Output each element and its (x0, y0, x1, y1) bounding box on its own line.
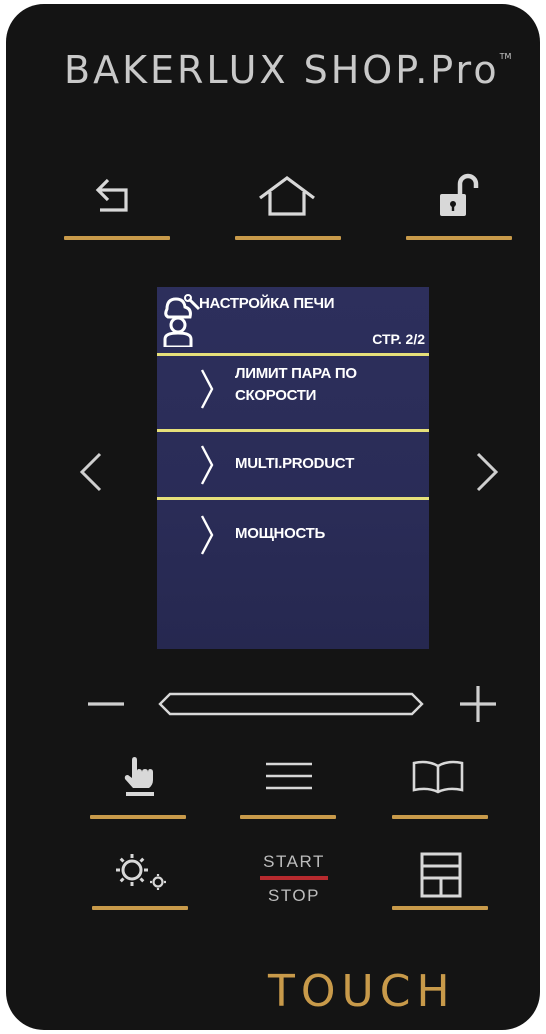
brand-trademark: TM (499, 52, 512, 61)
unlocked-padlock-icon (440, 173, 479, 216)
back-arrow-icon (95, 178, 128, 212)
hand-pointer-icon (124, 757, 154, 796)
chevron-right-icon (200, 369, 214, 409)
manual-button[interactable] (120, 756, 160, 800)
lock-button[interactable] (436, 172, 480, 222)
hamburger-menu-icon (266, 762, 312, 790)
back-button[interactable] (94, 176, 140, 216)
stop-label: STOP (268, 886, 320, 905)
home-button[interactable] (256, 174, 318, 218)
chevron-right-icon (200, 445, 214, 485)
touch-logo: TOUCH (268, 966, 456, 1017)
control-panel: BAKERLUX SHOP.ProTM НАСТРОЙКА ПЕЧИ СТР. … (6, 4, 540, 1030)
menu-button[interactable] (264, 761, 314, 791)
recipes-button[interactable] (410, 760, 466, 794)
brand-logo: BAKERLUX SHOP.ProTM (64, 48, 511, 92)
multi-tray-button-bar (392, 906, 488, 910)
chevron-right-icon[interactable] (474, 450, 502, 494)
chevron-right-icon (200, 515, 214, 555)
divider-line (157, 497, 429, 500)
chevron-left-icon[interactable] (76, 450, 104, 494)
screen-header: НАСТРОЙКА ПЕЧИ СТР. 2/2 (157, 287, 429, 353)
menu-item-power[interactable]: МОЩНОСТЬ (157, 501, 429, 565)
page-indicator: СТР. 2/2 (372, 331, 425, 347)
minus-icon[interactable] (86, 692, 126, 716)
lcd-screen: НАСТРОЙКА ПЕЧИ СТР. 2/2 ЛИМИТ ПАРА ПО СК… (157, 287, 429, 649)
slider-row (86, 684, 506, 724)
menu-item-label: ЛИМИТ ПАРА ПО СКОРОСТИ (235, 365, 357, 404)
recipes-button-bar (392, 815, 488, 819)
manual-button-bar (90, 815, 186, 819)
start-stop-red-bar (260, 876, 328, 880)
chef-wrench-icon (163, 294, 201, 347)
plus-icon[interactable] (456, 684, 500, 724)
home-button-bar (235, 236, 341, 240)
screen-title: НАСТРОЙКА ПЕЧИ (199, 295, 335, 312)
start-stop-button[interactable]: START STOP (246, 852, 342, 906)
home-icon (259, 176, 315, 216)
slider-track[interactable] (156, 690, 426, 718)
brand-name: BAKERLUX SHOP.Pro (64, 48, 500, 92)
trays-grid-icon (420, 852, 462, 898)
start-label: START (263, 852, 325, 871)
gears-icon (116, 854, 166, 890)
menu-item-label: MULTI.PRODUCT (235, 455, 355, 472)
menu-item-multi-product[interactable]: MULTI.PRODUCT (157, 433, 429, 497)
open-book-icon (412, 760, 464, 794)
menu-button-bar (240, 815, 336, 819)
menu-item-steam-limit[interactable]: ЛИМИТ ПАРА ПО СКОРОСТИ (157, 357, 429, 429)
back-button-bar (64, 236, 170, 240)
menu-item-label: МОЩНОСТЬ (235, 525, 325, 542)
settings-button[interactable] (114, 850, 170, 894)
settings-button-bar (92, 906, 188, 910)
divider-line (157, 353, 429, 356)
multi-tray-button[interactable] (420, 852, 462, 898)
lock-button-bar (406, 236, 512, 240)
divider-line (157, 429, 429, 432)
